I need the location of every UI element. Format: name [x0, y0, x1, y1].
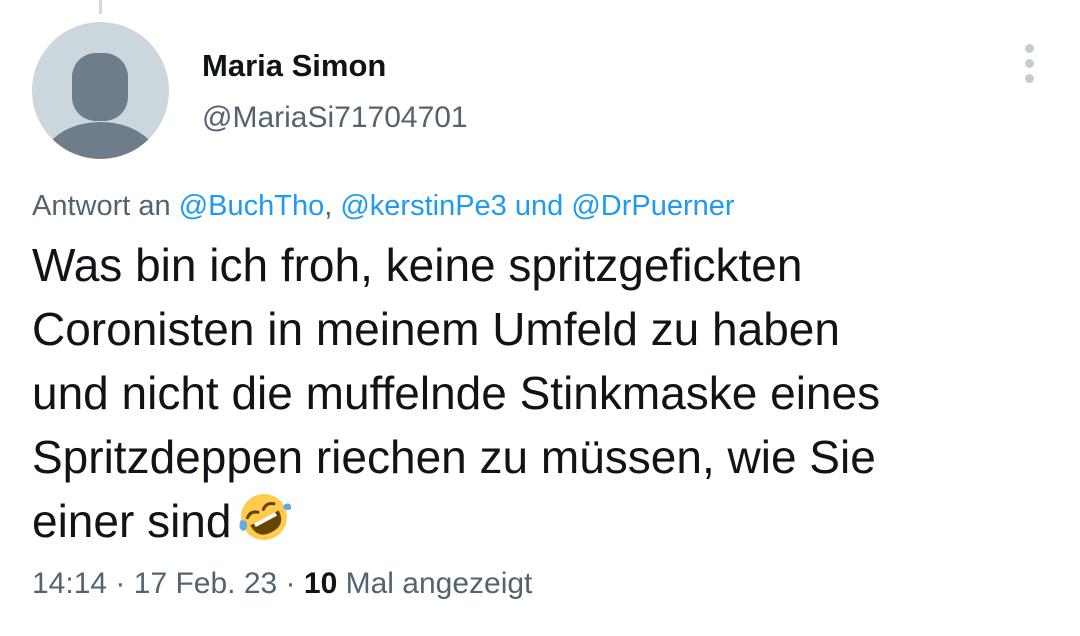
author-handle[interactable]: @MariaSi71704701 — [202, 98, 468, 138]
thread-connector-line — [99, 0, 102, 14]
reply-context: Antwort an @BuchTho, @kerstinPe3 und @Dr… — [32, 186, 735, 226]
tweet-text: Was bin ich froh, keine spritzgefickten … — [32, 233, 1052, 560]
mention-link-buchtho[interactable]: @BuchTho — [179, 190, 325, 222]
views-label: Mal angezeigt — [345, 567, 533, 600]
tweet-text-line: Spritzdeppen riechen zu müssen, wie Sie — [32, 431, 876, 483]
rolling-on-floor-laughing-icon — [237, 490, 292, 560]
tweet-text-line-last: einer sind — [32, 489, 1052, 560]
tweet-text-line: Was bin ich froh, keine spritzgefickten — [32, 239, 803, 291]
tweet-text-line: und nicht die muffelnde Stinkmaske eines — [32, 367, 881, 419]
tweet-metadata: 14:14 · 17 Feb. 23 · 10 Mal angezeigt — [32, 564, 532, 604]
reply-prefix: Antwort an — [32, 190, 171, 222]
author-name[interactable]: Maria Simon — [202, 46, 386, 86]
mention-link-kerstinpe3[interactable]: @kerstinPe3 — [340, 190, 506, 222]
avatar[interactable] — [32, 22, 169, 159]
reply-separator: , — [324, 190, 333, 222]
dot-icon — [1025, 44, 1034, 53]
tweet-text-line: einer sind — [32, 495, 232, 547]
tweet-date[interactable]: 17 Feb. 23 — [134, 567, 277, 600]
meta-separator: · — [285, 567, 296, 600]
mention-link-drpuerner[interactable]: @DrPuerner — [571, 190, 734, 222]
default-profile-icon — [42, 53, 159, 159]
dot-icon — [1025, 74, 1034, 83]
more-options-button[interactable] — [1012, 40, 1048, 86]
views-count: 10 — [303, 567, 338, 600]
reply-conjunction[interactable]: und — [515, 190, 563, 222]
meta-separator: · — [115, 567, 126, 600]
tweet-text-line: Coronisten in meinem Umfeld zu haben — [32, 303, 840, 355]
dot-icon — [1025, 59, 1034, 68]
tweet-time[interactable]: 14:14 — [32, 567, 107, 600]
